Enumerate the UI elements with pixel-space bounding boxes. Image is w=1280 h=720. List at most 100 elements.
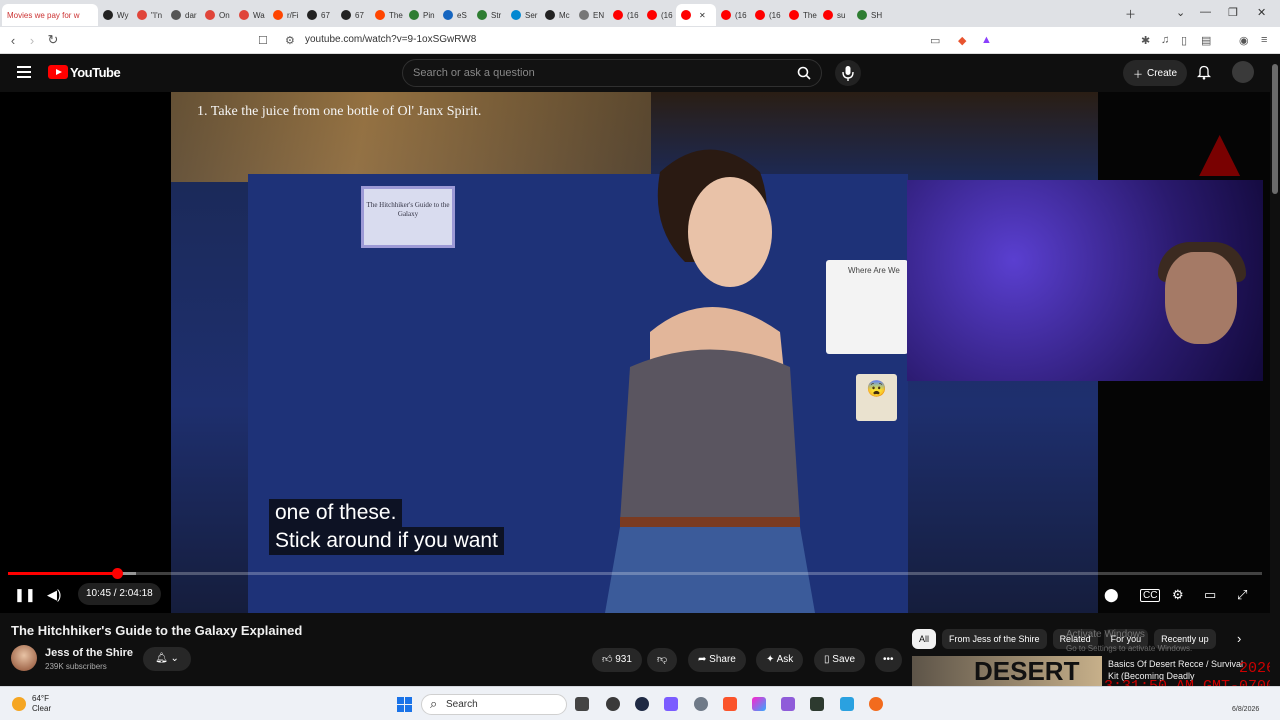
voice-search-button[interactable] [835,60,861,86]
brave-shield-icon[interactable]: ◆ [958,34,966,47]
cast-icon[interactable]: ▭ [930,34,940,47]
browser-tab[interactable]: The [370,4,404,26]
app-icon-arrow[interactable] [635,697,649,711]
browser-tab[interactable]: (16 [642,4,676,26]
settings-gear-icon[interactable]: ⚙ [1172,587,1184,603]
browser-tab[interactable]: ✕ [676,4,716,26]
close-tab-icon[interactable]: ✕ [699,11,706,20]
more-dots-icon: ••• [883,654,894,665]
rewards-icon[interactable]: ▲ [981,34,992,46]
youtube-wordmark[interactable]: YouTube [70,65,121,80]
taskbar-search[interactable]: Search [421,694,567,715]
app-icon-dark[interactable] [810,697,824,711]
reload-icon[interactable]: ↻ [43,32,63,48]
tab-favicon-icon [755,10,765,20]
chevron-right-icon[interactable]: › [1237,631,1241,646]
browser-tab[interactable]: The [784,4,818,26]
search-icon[interactable] [797,66,811,80]
media-icon[interactable]: ♫ [1161,34,1169,46]
subtitles-cc-icon[interactable]: CC [1140,589,1161,602]
browser-tab[interactable]: Ser [506,4,540,26]
channel-name[interactable]: Jess of the Shire [45,647,133,659]
browser-tab[interactable]: dar [166,4,200,26]
obs-icon[interactable] [606,697,620,711]
video-player[interactable]: The Hitchhiker's Guide to the Galaxy Whe… [0,92,1270,613]
browser-tab[interactable]: (16 [750,4,784,26]
fullscreen-icon[interactable]: ⤢ [1237,587,1247,603]
settings-app-icon[interactable] [694,697,708,711]
filter-chip[interactable]: All [912,629,937,649]
pause-icon[interactable]: ❚❚ [14,587,36,603]
browser-tab[interactable]: Movies we pay for w [2,4,98,26]
tab-favicon-icon [721,10,731,20]
more-actions-button[interactable]: ••• [875,648,902,672]
browser-tab[interactable]: Str [472,4,506,26]
browser-tab[interactable]: (16 [716,4,750,26]
tab-label: Pin [423,10,435,20]
more-menu-icon[interactable]: ≡ [1261,34,1267,46]
brave-browser-icon[interactable] [723,697,737,711]
theater-mode-icon[interactable]: ▭ [1204,587,1216,603]
forward-icon[interactable]: › [22,33,42,48]
app-icon-figma[interactable] [752,697,766,711]
youtube-logo-icon[interactable] [48,65,68,79]
weather-widget[interactable]: 64°F Clear [12,694,51,714]
hamburger-menu-icon[interactable] [17,66,31,78]
url-field[interactable]: youtube.com/watch?v=9-1oxSGwRW8 [305,34,476,45]
notifications-bell-icon[interactable] [1197,64,1211,80]
create-button[interactable]: ＋ Create [1123,60,1188,86]
browser-tab[interactable]: 67 [302,4,336,26]
browser-tab[interactable]: 67 [336,4,370,26]
task-view-icon[interactable] [575,697,589,711]
minimize-icon[interactable]: — [1200,6,1211,18]
app-icon-orange[interactable] [869,697,883,711]
ask-button[interactable]: ✦ Ask [756,648,804,672]
bookmark-icon[interactable]: ☐ [258,34,268,47]
channel-avatar[interactable] [11,645,37,671]
browser-tab[interactable]: Wy [98,4,132,26]
dislike-button[interactable]: 👎︎ [647,648,678,672]
scrubber-handle[interactable] [112,568,124,579]
profile-icon[interactable]: ◉ [1239,34,1249,47]
extensions-icon[interactable]: ✱ [1141,34,1150,47]
browser-tab[interactable]: su [818,4,852,26]
autoplay-toggle-icon[interactable]: ⬤ [1104,587,1119,603]
volume-icon[interactable]: ◀) [47,587,61,603]
browser-tab[interactable]: eS [438,4,472,26]
subscribed-notification-button[interactable]: 🔔︎ ⌄ [143,647,191,671]
browser-tab[interactable]: Wa [234,4,268,26]
sidebar-icon[interactable]: ▯ [1181,34,1187,47]
close-window-icon[interactable]: ✕ [1257,6,1266,19]
site-info-icon[interactable]: ⚙ [285,34,295,47]
search-input[interactable] [413,67,773,79]
app-icon-grid[interactable] [664,697,678,711]
tab-favicon-icon [103,10,113,20]
browser-tab[interactable]: r/Fi [268,4,302,26]
share-button[interactable]: ➦ Share [688,648,746,672]
browser-tab[interactable]: (16 [608,4,642,26]
browser-tab[interactable]: Mc [540,4,574,26]
moon-weather-icon [12,697,26,711]
back-icon[interactable]: ‹ [3,33,23,48]
account-avatar[interactable] [1232,61,1254,83]
browser-tab[interactable]: On [200,4,234,26]
browser-tab[interactable]: EN [574,4,608,26]
tab-favicon-icon [857,10,867,20]
app-icon-blue[interactable] [840,697,854,711]
app-icon-purple[interactable] [781,697,795,711]
progress-bar[interactable] [8,568,1262,579]
windows-start-icon[interactable] [397,697,412,712]
like-button[interactable]: 👍︎ 931 [592,648,642,672]
restore-icon[interactable]: ❐ [1228,6,1238,19]
save-button[interactable]: ▯ Save [814,648,866,672]
browser-tab[interactable]: "I'n [132,4,166,26]
browser-tab[interactable]: SH [852,4,886,26]
browser-tab[interactable]: Pin [404,4,438,26]
scrollbar-thumb[interactable] [1272,64,1278,194]
filter-chip[interactable]: From Jess of the Shire [942,629,1047,649]
recommendation-thumbnail[interactable]: DESERT [912,656,1102,686]
new-tab-icon[interactable]: ＋ [1125,6,1136,22]
tab-search-icon[interactable]: ⌄ [1176,6,1185,19]
wallet-icon[interactable]: ▤ [1201,34,1211,47]
page-scrollbar[interactable] [1270,54,1280,686]
